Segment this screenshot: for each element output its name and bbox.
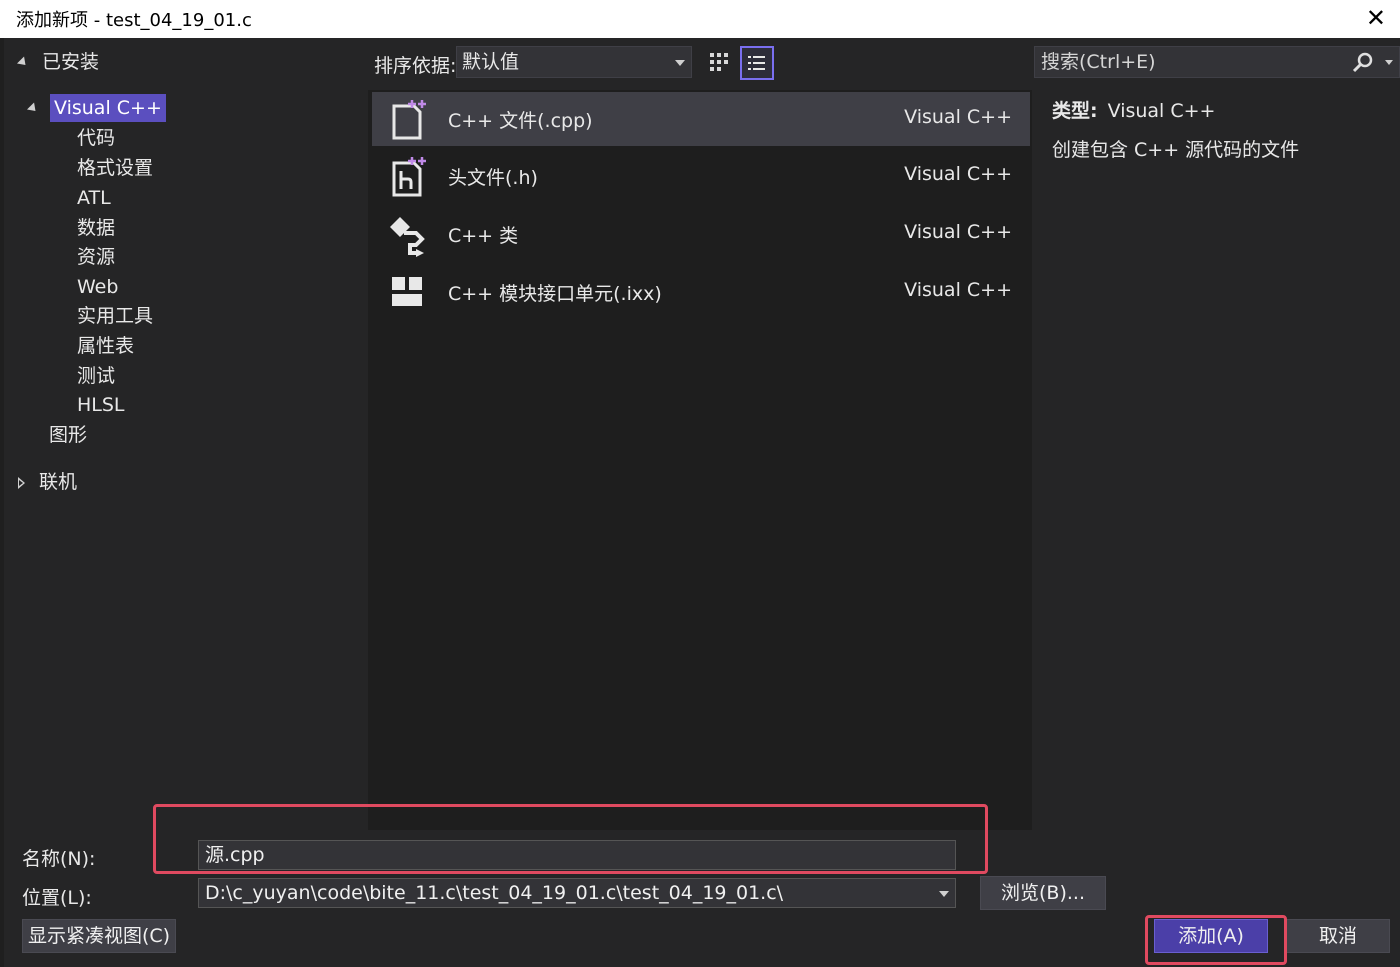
location-value: D:\c_yuyan\code\bite_11.c\test_04_19_01.… bbox=[205, 882, 784, 904]
tree-node-web[interactable]: Web bbox=[77, 273, 118, 301]
name-field[interactable]: 源.cpp bbox=[198, 840, 956, 870]
tree-node-test[interactable]: 测试 bbox=[77, 362, 115, 390]
title-bar: 添加新项 - test_04_19_01.c ✕ bbox=[0, 0, 1400, 38]
type-label: 类型: bbox=[1052, 100, 1098, 122]
search-icon[interactable] bbox=[1351, 51, 1375, 75]
location-field[interactable]: D:\c_yuyan\code\bite_11.c\test_04_19_01.… bbox=[198, 878, 956, 908]
list-item[interactable]: C++ 类 Visual C++ bbox=[372, 207, 1030, 261]
list-item[interactable]: 头文件(.h) Visual C++ bbox=[372, 149, 1030, 203]
template-language: Visual C++ bbox=[904, 221, 1012, 243]
template-language: Visual C++ bbox=[904, 163, 1012, 185]
tree-node-graphics[interactable]: 图形 bbox=[49, 421, 87, 449]
chevron-down-icon bbox=[675, 60, 685, 66]
name-label: 名称(N): bbox=[22, 848, 96, 870]
module-unit-icon bbox=[386, 271, 430, 315]
search-placeholder: 搜索(Ctrl+E) bbox=[1041, 51, 1156, 73]
template-list: C++ 文件(.cpp) Visual C++ 头文件(.h) Visual C… bbox=[368, 90, 1032, 830]
tree-node-code[interactable]: 代码 bbox=[77, 124, 115, 152]
template-language: Visual C++ bbox=[904, 106, 1012, 128]
template-type-row: 类型: Visual C++ bbox=[1052, 96, 1392, 123]
add-new-item-dialog: 已安装 Visual C++ 代码 格式设置 ATL 数据 资源 Web 实用工… bbox=[4, 38, 1400, 967]
template-category-tree: 已安装 Visual C++ 代码 格式设置 ATL 数据 资源 Web 实用工… bbox=[4, 38, 368, 830]
tree-node-online[interactable]: 联机 bbox=[18, 468, 77, 496]
template-language: Visual C++ bbox=[904, 279, 1012, 301]
template-name: C++ 模块接口单元(.ixx) bbox=[448, 283, 662, 305]
chevron-down-icon[interactable] bbox=[939, 891, 949, 897]
template-description: 创建包含 C++ 源代码的文件 bbox=[1052, 139, 1300, 161]
cancel-button[interactable]: 取消 bbox=[1286, 919, 1390, 953]
cpp-file-icon bbox=[386, 98, 430, 142]
tree-node-installed[interactable]: 已安装 bbox=[16, 48, 100, 76]
tree-node-formatting[interactable]: 格式设置 bbox=[77, 154, 153, 182]
sort-label: 排序依据: bbox=[374, 55, 457, 77]
tree-node-atl[interactable]: ATL bbox=[77, 184, 111, 212]
sort-value: 默认值 bbox=[462, 51, 520, 73]
search-options-chevron-icon[interactable] bbox=[1385, 60, 1393, 65]
tree-node-hlsl[interactable]: HLSL bbox=[77, 391, 125, 419]
item-form: 名称(N): 源.cpp 位置(L): D:\c_yuyan\code\bite… bbox=[4, 830, 1400, 967]
template-name: C++ 类 bbox=[448, 225, 519, 247]
list-view-icon[interactable] bbox=[740, 46, 774, 80]
compact-view-button[interactable]: 显示紧凑视图(C) bbox=[22, 919, 176, 953]
close-icon[interactable]: ✕ bbox=[1366, 4, 1386, 32]
template-details-pane: 类型: Visual C++ 创建包含 C++ 源代码的文件 bbox=[1052, 96, 1392, 162]
collapse-icon[interactable] bbox=[26, 102, 40, 115]
tree-node-label: Visual C++ bbox=[50, 94, 166, 122]
browse-button[interactable]: 浏览(B)... bbox=[980, 876, 1106, 910]
expand-icon[interactable] bbox=[18, 476, 25, 489]
tree-node-data[interactable]: 数据 bbox=[77, 214, 115, 242]
window-title: 添加新项 - test_04_19_01.c bbox=[16, 10, 252, 31]
tree-node-utility[interactable]: 实用工具 bbox=[77, 302, 153, 330]
template-name: 头文件(.h) bbox=[448, 167, 538, 189]
search-input[interactable]: 搜索(Ctrl+E) bbox=[1034, 46, 1400, 78]
tree-node-label: 联机 bbox=[39, 471, 78, 493]
collapse-icon[interactable] bbox=[16, 56, 30, 69]
tree-node-resources[interactable]: 资源 bbox=[77, 243, 115, 271]
name-value: 源.cpp bbox=[205, 844, 265, 866]
cpp-class-icon bbox=[386, 213, 430, 257]
tree-node-property-sheets[interactable]: 属性表 bbox=[77, 332, 134, 360]
template-name: C++ 文件(.cpp) bbox=[448, 110, 593, 132]
add-button[interactable]: 添加(A) bbox=[1154, 919, 1268, 953]
tree-node-label: 已安装 bbox=[42, 51, 100, 73]
tree-node-visual-cpp[interactable]: Visual C++ bbox=[26, 94, 166, 122]
location-label: 位置(L): bbox=[22, 887, 92, 909]
type-value: Visual C++ bbox=[1107, 100, 1216, 122]
list-item[interactable]: C++ 模块接口单元(.ixx) Visual C++ bbox=[372, 265, 1030, 319]
list-item[interactable]: C++ 文件(.cpp) Visual C++ bbox=[372, 92, 1030, 146]
header-file-icon bbox=[386, 155, 430, 199]
sort-toolbar: 排序依据: 默认值 bbox=[368, 38, 1032, 90]
sort-dropdown[interactable]: 默认值 bbox=[456, 46, 692, 78]
small-icons-view-icon[interactable] bbox=[704, 47, 736, 79]
